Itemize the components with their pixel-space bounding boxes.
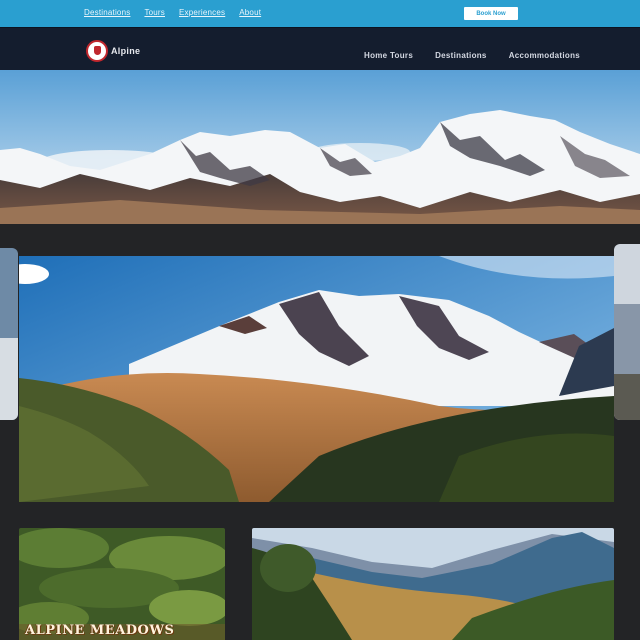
utility-link-experiences[interactable]: Experiences [179, 8, 225, 17]
card-title-alpine-meadows: ALPINE MEADOWS [25, 623, 175, 638]
utility-bar: Destinations Tours Experiences About Boo… [0, 0, 640, 27]
feature-slide-image[interactable] [19, 256, 614, 502]
utility-link-about[interactable]: About [239, 8, 261, 17]
carousel-next-slide[interactable] [614, 244, 640, 420]
utility-links: Destinations Tours Experiences About [84, 8, 261, 17]
main-nav: Alpine Home Tours Destinations Accommoda… [0, 27, 640, 70]
card-alpine-meadows[interactable]: ALPINE MEADOWS [19, 528, 225, 640]
utility-link-destinations[interactable]: Destinations [84, 8, 130, 17]
logo-emblem-icon [86, 40, 108, 62]
hero-banner-image [0, 70, 640, 224]
logo-text: Alpine [111, 46, 141, 56]
book-now-button[interactable]: Book Now [464, 7, 518, 20]
nav-link-accommodations[interactable]: Accommodations [509, 51, 580, 60]
card-mountain-valley[interactable] [252, 528, 614, 640]
carousel-prev-slide[interactable] [0, 248, 18, 420]
utility-link-tours[interactable]: Tours [144, 8, 165, 17]
nav-links: Home Tours Destinations Accommodations [364, 51, 580, 60]
nav-link-home-tours[interactable]: Home Tours [364, 51, 413, 60]
site-logo[interactable]: Alpine [86, 40, 140, 62]
nav-link-destinations[interactable]: Destinations [435, 51, 487, 60]
card-valley-image [252, 528, 614, 640]
